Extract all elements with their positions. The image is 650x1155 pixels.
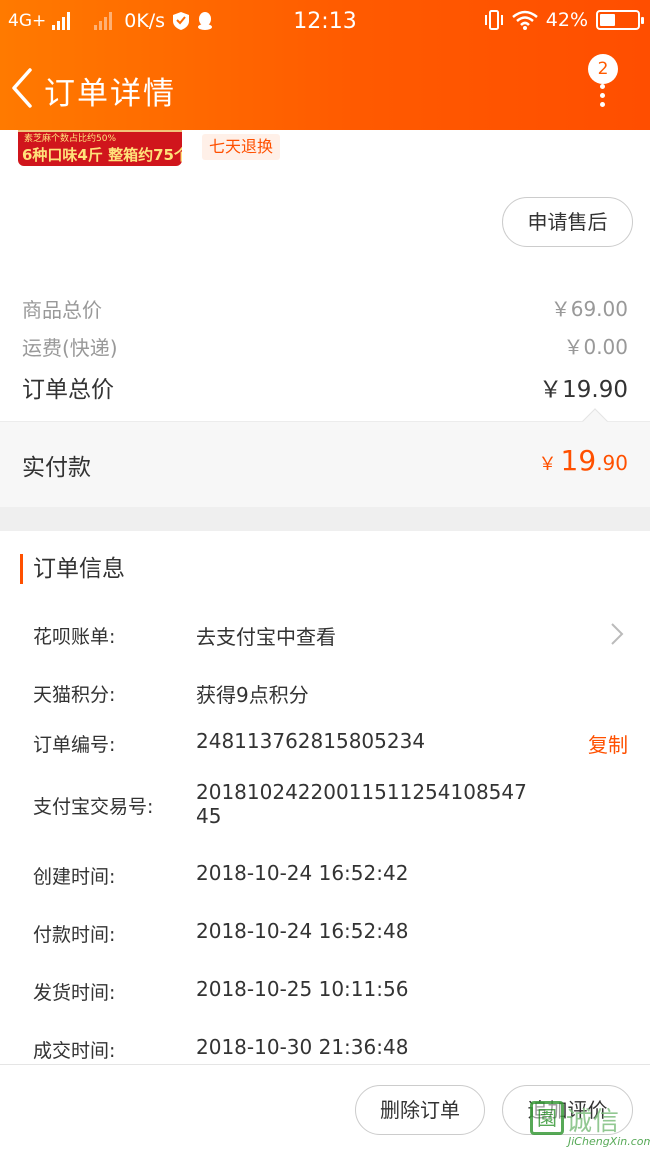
- watermark-logo-icon: 園: [530, 1101, 564, 1135]
- copy-order-no-button[interactable]: 复制: [588, 729, 628, 758]
- info-label-points: 天猫积分:: [33, 684, 116, 706]
- order-total-label: 订单总价: [22, 377, 114, 403]
- status-bar: 4G+ 0K/s 12:13 42%: [0, 0, 650, 44]
- more-menu-button[interactable]: 2: [586, 50, 626, 110]
- more-vertical-icon: [600, 84, 606, 111]
- delete-order-button[interactable]: 删除订单: [355, 1085, 485, 1135]
- message-count-badge: 2: [588, 54, 618, 84]
- watermark-text: 诚信: [566, 1107, 621, 1137]
- shipping-value: ￥0.00: [563, 335, 628, 359]
- page-title: 订单详情: [44, 76, 176, 112]
- battery-percent: 42%: [545, 9, 588, 31]
- product-promo-small: 素芝麻个数占比约50%: [24, 134, 117, 144]
- shipping-label: 运费(快递): [22, 336, 118, 360]
- after-sale-button[interactable]: 申请售后: [502, 197, 633, 247]
- status-right: 42%: [484, 9, 644, 31]
- watermark-subtext: JiChengXin.com: [568, 1135, 650, 1148]
- battery-icon: [596, 10, 644, 30]
- goods-total-label: 商品总价: [22, 298, 102, 322]
- info-value-order-no: 248113762815805234: [196, 729, 426, 753]
- info-label-alipay-trade-no: 支付宝交易号:: [33, 796, 154, 818]
- paid-integer: 19: [560, 444, 597, 477]
- info-label-huabei: 花呗账单:: [33, 626, 116, 648]
- info-label-shipped: 发货时间:: [33, 982, 116, 1004]
- vibrate-icon: [484, 10, 503, 30]
- section-divider: [0, 507, 650, 531]
- info-value-created: 2018-10-24 16:52:42: [196, 861, 409, 885]
- order-detail-page: 素芝麻个数占比约50% 6种口味4斤 整箱约75个 七天退换 申请售后 商品总价…: [0, 0, 650, 1155]
- actual-payment-label: 实付款: [22, 455, 91, 481]
- info-label-created: 创建时间:: [33, 866, 116, 888]
- info-value-points: 获得9点积分: [196, 683, 309, 707]
- info-label-completed: 成交时间:: [33, 1040, 116, 1062]
- info-label-paid: 付款时间:: [33, 924, 116, 946]
- order-total-value: ￥19.90: [539, 377, 628, 403]
- actual-payment-value: ￥ 19.90: [539, 444, 628, 477]
- app-header: 4G+ 0K/s 12:13 42% 订单详情 2: [0, 0, 650, 130]
- info-value-huabei[interactable]: 去支付宝中查看: [196, 621, 336, 650]
- site-watermark-logo: 園 诚信 JiChengXin.com: [528, 1099, 650, 1149]
- info-value-completed: 2018-10-30 21:36:48: [196, 1035, 409, 1059]
- battery-fill: [600, 14, 616, 26]
- actual-payment-box: 实付款 ￥ 19.90: [0, 408, 650, 507]
- wifi-icon: [511, 10, 538, 30]
- paid-currency: ￥: [538, 454, 557, 475]
- back-arrow-icon[interactable]: [8, 66, 38, 110]
- order-info-title: 订单信息: [20, 554, 125, 584]
- info-value-alipay-trade-no: 20181024220011511254108547 45: [196, 780, 527, 828]
- seven-day-return-tag: 七天退换: [202, 134, 281, 160]
- info-value-shipped: 2018-10-25 10:11:56: [196, 977, 409, 1001]
- paid-decimal: .90: [596, 451, 628, 475]
- product-promo-big: 6种口味4斤 整箱约75个: [22, 146, 182, 164]
- nav-bar: 订单详情 2: [0, 44, 650, 130]
- goods-total-value: ￥69.00: [550, 297, 628, 321]
- chevron-right-icon[interactable]: [610, 622, 624, 646]
- info-label-order-no: 订单编号:: [33, 734, 116, 756]
- paid-box-caret: [582, 408, 608, 434]
- info-value-paid: 2018-10-24 16:52:48: [196, 919, 409, 943]
